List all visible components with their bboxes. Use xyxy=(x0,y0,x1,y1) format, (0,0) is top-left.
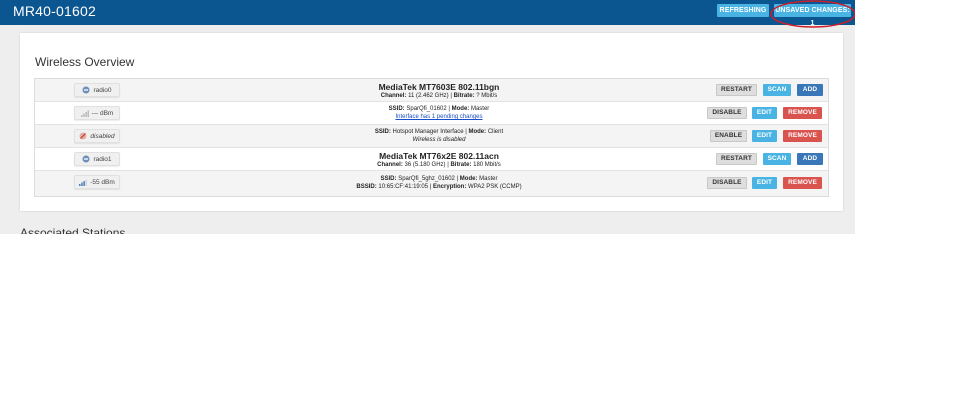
app-window: MR40-01602 REFRESHING UNSAVED CHANGES: 1… xyxy=(0,0,855,234)
edit-button[interactable]: EDIT xyxy=(752,107,777,119)
wifi-radio-icon xyxy=(82,155,90,163)
ssid-label: SSID: xyxy=(380,176,397,182)
remove-button[interactable]: REMOVE xyxy=(783,177,822,189)
channel-label: Channel: xyxy=(377,162,403,168)
add-button[interactable]: ADD xyxy=(797,84,823,96)
ssid-value: SparQfi_01602 | xyxy=(406,106,450,112)
ssid-label: SSID: xyxy=(374,129,391,135)
bitrate-value: 180 Mbit/s xyxy=(473,162,501,168)
mode-label: Mode: xyxy=(459,176,478,182)
add-button[interactable]: ADD xyxy=(797,153,823,165)
wifi-radio-icon xyxy=(82,86,90,94)
edit-button[interactable]: EDIT xyxy=(752,177,777,189)
mode-value: Master xyxy=(470,106,490,112)
radio1-info: MediaTek MT76x2E 802.11acn Channel: 36 (… xyxy=(249,151,629,169)
bssid-label: BSSID: xyxy=(356,184,377,190)
badge-label: -55 dBm xyxy=(90,178,115,186)
radio0-badge: radio0 xyxy=(74,83,120,97)
section-title: Wireless Overview xyxy=(35,55,135,69)
remove-button[interactable]: REMOVE xyxy=(783,130,822,142)
radio-model: MediaTek MT7603E 802.11bgn xyxy=(378,82,500,92)
network-1-info: SSID: SparQfi_01602 | Mode: Master Inter… xyxy=(249,105,629,121)
channel-value: 36 (5.180 GHz) | xyxy=(404,162,449,168)
radio1-badge: radio1 xyxy=(74,152,120,166)
associated-stations-title: Associated Stations xyxy=(20,226,126,234)
table-row-radio0: radio0 MediaTek MT7603E 802.11bgn Channe… xyxy=(35,79,828,102)
disabled-note: Wireless is disabled xyxy=(412,137,466,143)
bitrate-value: ? Mbit/s xyxy=(476,93,498,99)
ssid-value: SparQfi_5ghz_01602 | xyxy=(398,176,459,182)
table-row-network-2: disabled SSID: Hotspot Manager Interface… xyxy=(35,125,828,148)
disabled-badge: disabled xyxy=(74,129,120,143)
bssid-value: 10:65:CF:41:19:05 | xyxy=(378,184,432,190)
ssid-value: Hotspot Manager Interface | xyxy=(392,129,467,135)
table-row-radio1: radio1 MediaTek MT76x2E 802.11acn Channe… xyxy=(35,148,828,171)
table-row-network-3: -55 dBm SSID: SparQfi_5ghz_01602 | Mode:… xyxy=(35,171,828,196)
mode-label: Mode: xyxy=(451,106,470,112)
mode-value: Master xyxy=(479,176,498,182)
radio0-info: MediaTek MT7603E 802.11bgn Channel: 11 (… xyxy=(249,82,629,100)
bitrate-label: Bitrate: xyxy=(450,162,472,168)
scan-button[interactable]: SCAN xyxy=(763,153,791,165)
disable-button[interactable]: DISABLE xyxy=(707,177,747,189)
encryption-label: Encryption: xyxy=(433,184,467,190)
signal-badge: -55 dBm xyxy=(74,175,120,189)
disable-button[interactable]: DISABLE xyxy=(707,107,747,119)
table-row-network-1: --- dBm SSID: SparQfi_01602 | Mode: Mast… xyxy=(35,102,828,125)
unsaved-changes-button[interactable]: UNSAVED CHANGES: 1 xyxy=(774,4,851,27)
wireless-overview-panel: Wireless Overview radio0 MediaTek MT7603… xyxy=(20,33,843,211)
refreshing-indicator[interactable]: REFRESHING xyxy=(717,4,769,17)
wireless-table: radio0 MediaTek MT7603E 802.11bgn Channe… xyxy=(34,78,829,197)
pending-changes-link[interactable]: Interface has 1 pending changes xyxy=(395,114,482,120)
signal-none-icon xyxy=(80,109,89,117)
badge-label: --- dBm xyxy=(91,109,114,117)
mode-value: Client xyxy=(487,129,504,135)
network-3-info: SSID: SparQfi_5ghz_01602 | Mode: Master … xyxy=(249,175,629,191)
enable-button[interactable]: ENABLE xyxy=(710,130,747,142)
network-2-info: SSID: Hotspot Manager Interface | Mode: … xyxy=(249,128,629,144)
mode-label: Mode: xyxy=(468,129,487,135)
hostname-title[interactable]: MR40-01602 xyxy=(13,3,96,19)
top-bar: MR40-01602 REFRESHING UNSAVED CHANGES: 1 xyxy=(0,0,855,27)
edit-button[interactable]: EDIT xyxy=(752,130,777,142)
channel-label: Channel: xyxy=(380,93,407,99)
remove-button[interactable]: REMOVE xyxy=(783,107,822,119)
signal-bars-icon xyxy=(79,178,88,186)
signal-badge: --- dBm xyxy=(74,106,120,120)
scan-button[interactable]: SCAN xyxy=(763,84,791,96)
restart-button[interactable]: RESTART xyxy=(716,153,757,165)
encryption-value: WPA2 PSK (CCMP) xyxy=(468,184,522,190)
badge-label: radio1 xyxy=(93,155,112,163)
badge-label: disabled xyxy=(90,132,115,140)
radio-model: MediaTek MT76x2E 802.11acn xyxy=(379,151,499,161)
restart-button[interactable]: RESTART xyxy=(716,84,757,96)
bitrate-label: Bitrate: xyxy=(453,93,475,99)
badge-label: radio0 xyxy=(93,86,112,94)
channel-value: 11 (2.462 GHz) | xyxy=(408,93,452,99)
ssid-label: SSID: xyxy=(388,106,405,112)
wifi-disabled-icon xyxy=(79,132,87,140)
